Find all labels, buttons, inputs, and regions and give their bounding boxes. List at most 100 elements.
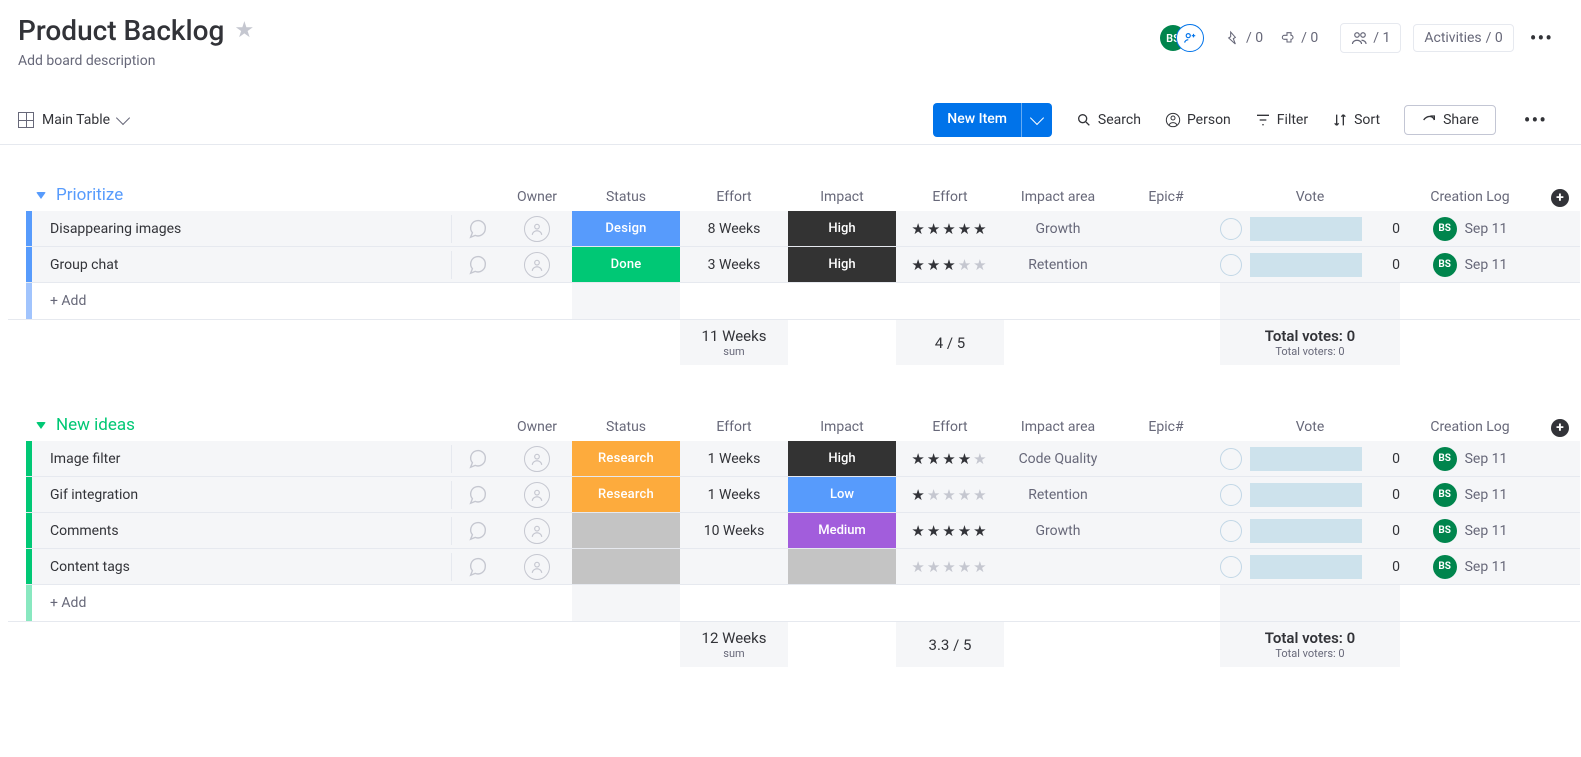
column-header-vote[interactable]: Vote	[1220, 415, 1400, 441]
impact-cell[interactable]: High	[788, 441, 896, 477]
board-options-menu[interactable]: •••	[1526, 22, 1557, 54]
members-count[interactable]: / 1	[1340, 23, 1401, 53]
automations-count[interactable]: / 0	[1216, 24, 1273, 52]
column-header-impact-area[interactable]: Impact area	[1004, 185, 1112, 211]
column-header-effort[interactable]: Effort	[680, 185, 788, 211]
effort-stars-cell[interactable]: ★★★★★	[896, 477, 1004, 513]
table-row[interactable]: Gif integrationResearch1 WeeksLow★★★★★Re…	[8, 477, 1573, 513]
owner-cell[interactable]	[502, 441, 572, 477]
item-name[interactable]: Content tags	[32, 549, 452, 585]
column-header-epic[interactable]: Epic#	[1112, 415, 1220, 441]
status-cell[interactable]: Research	[572, 477, 680, 513]
filter-button[interactable]: Filter	[1255, 112, 1308, 128]
item-name[interactable]: Image filter	[32, 441, 452, 477]
column-header-impact[interactable]: Impact	[788, 185, 896, 211]
vote-cell[interactable]: 0	[1220, 441, 1400, 477]
new-item-dropdown[interactable]	[1021, 103, 1052, 137]
effort-stars-cell[interactable]: ★★★★★	[896, 247, 1004, 283]
status-cell[interactable]	[572, 513, 680, 549]
column-header-impact-area[interactable]: Impact area	[1004, 415, 1112, 441]
favorite-star-icon[interactable]: ★	[234, 18, 254, 43]
vote-cell[interactable]: 0	[1220, 477, 1400, 513]
status-cell[interactable]: Research	[572, 441, 680, 477]
collapse-group-icon[interactable]	[36, 422, 46, 429]
open-updates-icon[interactable]	[452, 211, 502, 247]
board-description[interactable]: Add board description	[18, 53, 1551, 69]
activities-count[interactable]: Activities / 0	[1413, 24, 1513, 52]
status-cell[interactable]: Design	[572, 211, 680, 247]
column-header-owner[interactable]: Owner	[502, 415, 572, 441]
add-item-input[interactable]: + Add	[32, 585, 452, 621]
add-column-button[interactable]: +	[1551, 419, 1569, 437]
epic-cell[interactable]	[1112, 211, 1220, 247]
column-header-creation[interactable]: Creation Log	[1400, 415, 1540, 441]
table-row[interactable]: Comments10 WeeksMedium★★★★★Growth0BSSep …	[8, 513, 1573, 549]
person-filter-button[interactable]: Person	[1165, 112, 1231, 128]
item-name[interactable]: Comments	[32, 513, 452, 549]
status-cell[interactable]: Done	[572, 247, 680, 283]
column-header-creation[interactable]: Creation Log	[1400, 185, 1540, 211]
open-updates-icon[interactable]	[452, 247, 502, 283]
table-row[interactable]: Image filterResearch1 WeeksHigh★★★★★Code…	[8, 441, 1573, 477]
open-updates-icon[interactable]	[452, 549, 502, 585]
impact-area-cell[interactable]: Retention	[1004, 247, 1112, 283]
vote-cell[interactable]: 0	[1220, 211, 1400, 247]
table-row[interactable]: Group chat Done3 WeeksHigh★★★★★Retention 0…	[8, 247, 1573, 283]
effort-stars-cell[interactable]: ★★★★★	[896, 549, 1004, 585]
add-column-button[interactable]: +	[1551, 189, 1569, 207]
impact-cell[interactable]: High	[788, 211, 896, 247]
group-title[interactable]: New ideas	[56, 415, 135, 435]
owner-cell[interactable]	[502, 477, 572, 513]
effort-stars-cell[interactable]: ★★★★★	[896, 441, 1004, 477]
open-updates-icon[interactable]	[452, 477, 502, 513]
item-name[interactable]: Group chat	[32, 247, 452, 283]
vote-cell[interactable]: 0	[1220, 247, 1400, 283]
open-updates-icon[interactable]	[452, 441, 502, 477]
effort-cell[interactable]	[680, 549, 788, 585]
add-item-input[interactable]: + Add	[32, 283, 452, 319]
effort-cell[interactable]: 10 Weeks	[680, 513, 788, 549]
epic-cell[interactable]	[1112, 513, 1220, 549]
column-header-effort[interactable]: Effort	[680, 415, 788, 441]
impact-cell[interactable]	[788, 549, 896, 585]
column-header-status[interactable]: Status	[572, 415, 680, 441]
epic-cell[interactable]	[1112, 441, 1220, 477]
epic-cell[interactable]	[1112, 247, 1220, 283]
share-button[interactable]: Share	[1404, 105, 1496, 135]
effort-cell[interactable]: 3 Weeks	[680, 247, 788, 283]
owner-cell[interactable]	[502, 549, 572, 585]
impact-cell[interactable]: Low	[788, 477, 896, 513]
search-button[interactable]: Search	[1076, 112, 1141, 128]
status-cell[interactable]	[572, 549, 680, 585]
impact-area-cell[interactable]	[1004, 549, 1112, 585]
effort-cell[interactable]: 8 Weeks	[680, 211, 788, 247]
table-row[interactable]: Disappearing images Design8 WeeksHigh★★★★…	[8, 211, 1573, 247]
toolbar-more-menu[interactable]: •••	[1520, 104, 1551, 136]
collapse-group-icon[interactable]	[36, 192, 46, 199]
sort-button[interactable]: Sort	[1332, 112, 1380, 128]
effort-stars-cell[interactable]: ★★★★★	[896, 211, 1004, 247]
epic-cell[interactable]	[1112, 549, 1220, 585]
impact-area-cell[interactable]: Retention	[1004, 477, 1112, 513]
column-header-impact[interactable]: Impact	[788, 415, 896, 441]
table-row[interactable]: Content tags★★★★★0BSSep 11	[8, 549, 1573, 585]
column-header-effort-stars[interactable]: Effort	[896, 415, 1004, 441]
item-name[interactable]: Disappearing images	[32, 211, 452, 247]
vote-cell[interactable]: 0	[1220, 513, 1400, 549]
integrations-count[interactable]: / 0	[1271, 24, 1328, 52]
view-switcher[interactable]: Main Table	[18, 112, 128, 128]
column-header-owner[interactable]: Owner	[502, 185, 572, 211]
epic-cell[interactable]	[1112, 477, 1220, 513]
impact-area-cell[interactable]: Code Quality	[1004, 441, 1112, 477]
owner-cell[interactable]	[502, 211, 572, 247]
impact-area-cell[interactable]: Growth	[1004, 211, 1112, 247]
vote-cell[interactable]: 0	[1220, 549, 1400, 585]
open-updates-icon[interactable]	[452, 513, 502, 549]
new-item-button[interactable]: New Item	[933, 103, 1052, 137]
impact-cell[interactable]: Medium	[788, 513, 896, 549]
impact-cell[interactable]: High	[788, 247, 896, 283]
column-header-epic[interactable]: Epic#	[1112, 185, 1220, 211]
group-title[interactable]: Prioritize	[56, 185, 123, 205]
column-header-status[interactable]: Status	[572, 185, 680, 211]
effort-stars-cell[interactable]: ★★★★★	[896, 513, 1004, 549]
